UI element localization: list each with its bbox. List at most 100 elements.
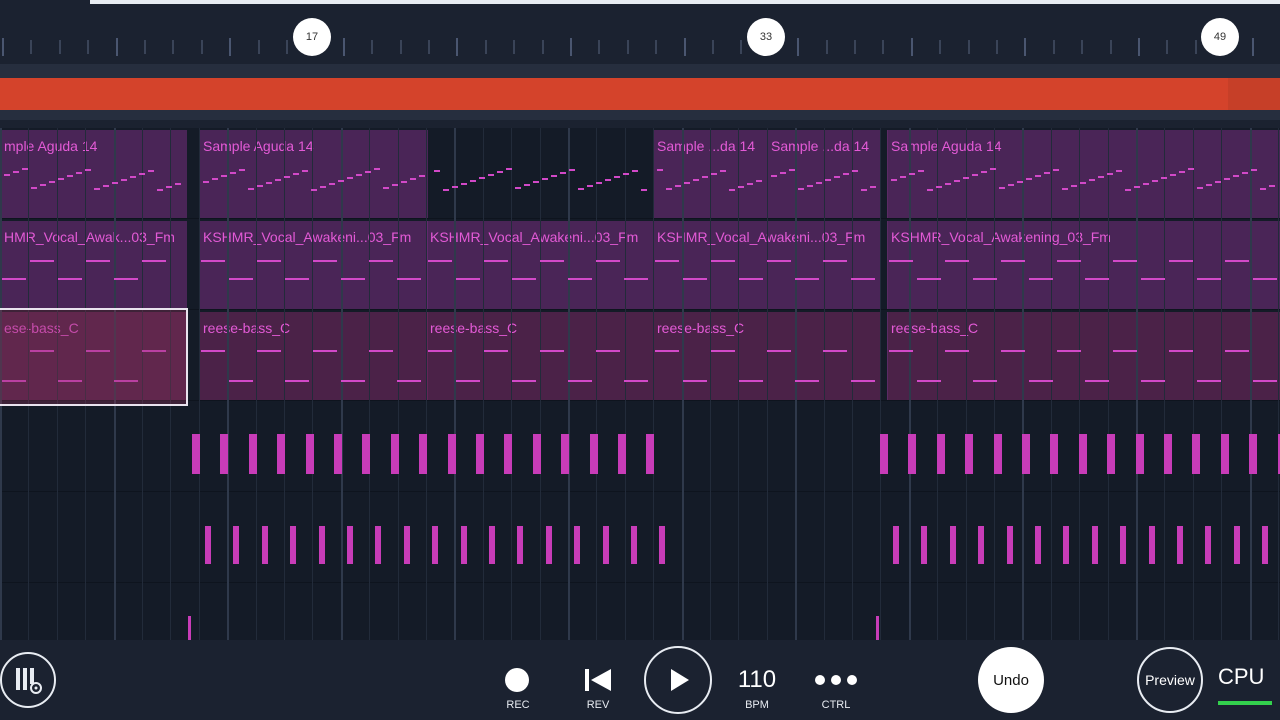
timeline-ruler[interactable]: 17 33 49	[0, 0, 1280, 64]
note-bar	[257, 350, 281, 352]
note-bar	[285, 380, 309, 382]
note-bar	[823, 350, 847, 352]
note-bar	[1029, 380, 1053, 382]
bar-marker-17[interactable]: 17	[293, 18, 331, 56]
ctrl-label: CTRL	[821, 699, 851, 711]
preview-button[interactable]: Preview	[1137, 647, 1203, 713]
clip-label: KSHMR_Vocal_Awakeni...03_Fm	[657, 229, 866, 245]
note-dot	[843, 173, 849, 175]
grid-line	[198, 128, 200, 640]
note-dot	[320, 186, 326, 188]
cpu-label[interactable]: CPU	[1218, 664, 1264, 690]
playlist-tracks[interactable]: mple Aguda 14 Sample Aguda 14 Sample ...…	[0, 128, 1280, 641]
clip-label: Sample ...da 14	[771, 138, 870, 154]
audio-waveform	[936, 434, 945, 474]
note-dot	[365, 171, 371, 173]
note-dot	[112, 182, 118, 184]
note-dot	[293, 173, 299, 175]
note-bar	[313, 260, 337, 262]
track-lane-5	[0, 492, 1280, 583]
grid-line	[965, 128, 967, 640]
bar-marker-33[interactable]: 33	[747, 18, 785, 56]
note-dot	[284, 176, 290, 178]
clip-reese-bass-2[interactable]: reese-bass_C	[199, 312, 428, 400]
bar-marker-49[interactable]: 49	[1201, 18, 1239, 56]
note-dot	[461, 183, 467, 185]
song-loop-region-end[interactable]	[1228, 78, 1280, 110]
note-bar	[229, 380, 253, 382]
note-dot	[789, 169, 795, 171]
note-bar	[58, 278, 82, 280]
note-bar	[2, 278, 26, 280]
note-bar	[428, 350, 452, 352]
grid-line	[454, 128, 457, 640]
song-loop-region[interactable]	[0, 78, 1228, 110]
note-dot	[212, 178, 218, 180]
grid-line	[1022, 128, 1025, 640]
note-dot	[738, 186, 744, 188]
note-bar	[683, 380, 707, 382]
audio-waveform	[192, 434, 200, 474]
audio-waveform	[375, 526, 382, 564]
note-bar	[711, 350, 735, 352]
note-bar	[889, 350, 913, 352]
note-dot	[702, 176, 708, 178]
ruler-tick	[513, 40, 516, 54]
grid-line	[823, 128, 825, 640]
note-dot	[756, 180, 762, 182]
note-dot	[157, 189, 163, 191]
clip-sample-aguda-2[interactable]: Sample Aguda 14	[199, 130, 428, 218]
note-dot	[1134, 186, 1140, 188]
grid-line	[426, 128, 427, 640]
play-button[interactable]	[644, 646, 712, 714]
undo-button[interactable]: Undo	[978, 647, 1044, 713]
ruler-tick	[740, 40, 743, 54]
note-bar	[683, 278, 707, 280]
note-bar	[257, 260, 281, 262]
horizontal-scrollbar[interactable]	[90, 0, 1280, 4]
grid-line	[369, 128, 371, 640]
note-bar	[624, 380, 648, 382]
note-bar	[540, 260, 564, 262]
note-dot	[58, 178, 64, 180]
note-dot	[166, 186, 172, 188]
clip-vocal-2[interactable]: KSHMR_Vocal_Awakeni...03_Fm	[199, 221, 428, 309]
ruler-tick	[286, 40, 288, 54]
note-dot	[1080, 182, 1086, 184]
ruler-tick	[371, 40, 374, 54]
note-dot	[1107, 173, 1113, 175]
note-bar	[341, 380, 365, 382]
audio-waveform	[517, 526, 524, 564]
ruler-tick	[712, 40, 714, 54]
note-dot	[1260, 188, 1266, 190]
more-dots-icon[interactable]	[812, 670, 860, 690]
note-dot	[506, 168, 512, 170]
audio-waveform	[403, 526, 410, 564]
audio-waveform	[277, 434, 286, 474]
note-dot	[1017, 181, 1023, 183]
note-dot	[614, 176, 620, 178]
note-dot	[807, 185, 813, 187]
audio-hit	[876, 616, 879, 640]
note-bar	[1253, 380, 1277, 382]
record-icon[interactable]	[505, 668, 529, 692]
note-dot	[248, 188, 254, 190]
audio-waveform	[1120, 526, 1127, 564]
note-dot	[711, 173, 717, 175]
note-dot	[542, 178, 548, 180]
clip-label: Sample Aguda 14	[891, 138, 1002, 154]
play-icon	[671, 669, 689, 691]
bpm-label: BPM	[745, 699, 769, 711]
note-dot	[1062, 188, 1068, 190]
note-dot	[641, 189, 647, 191]
note-bar	[397, 380, 421, 382]
bpm-value[interactable]: 110	[727, 666, 787, 694]
note-dot	[816, 182, 822, 184]
note-bar	[313, 350, 337, 352]
piano-settings-button[interactable]	[0, 652, 56, 708]
piano-settings-icon	[16, 668, 42, 694]
grid-line	[653, 128, 655, 640]
audio-waveform	[880, 434, 888, 474]
rewind-button[interactable]	[582, 667, 614, 693]
selected-clip-outline[interactable]	[0, 308, 188, 406]
